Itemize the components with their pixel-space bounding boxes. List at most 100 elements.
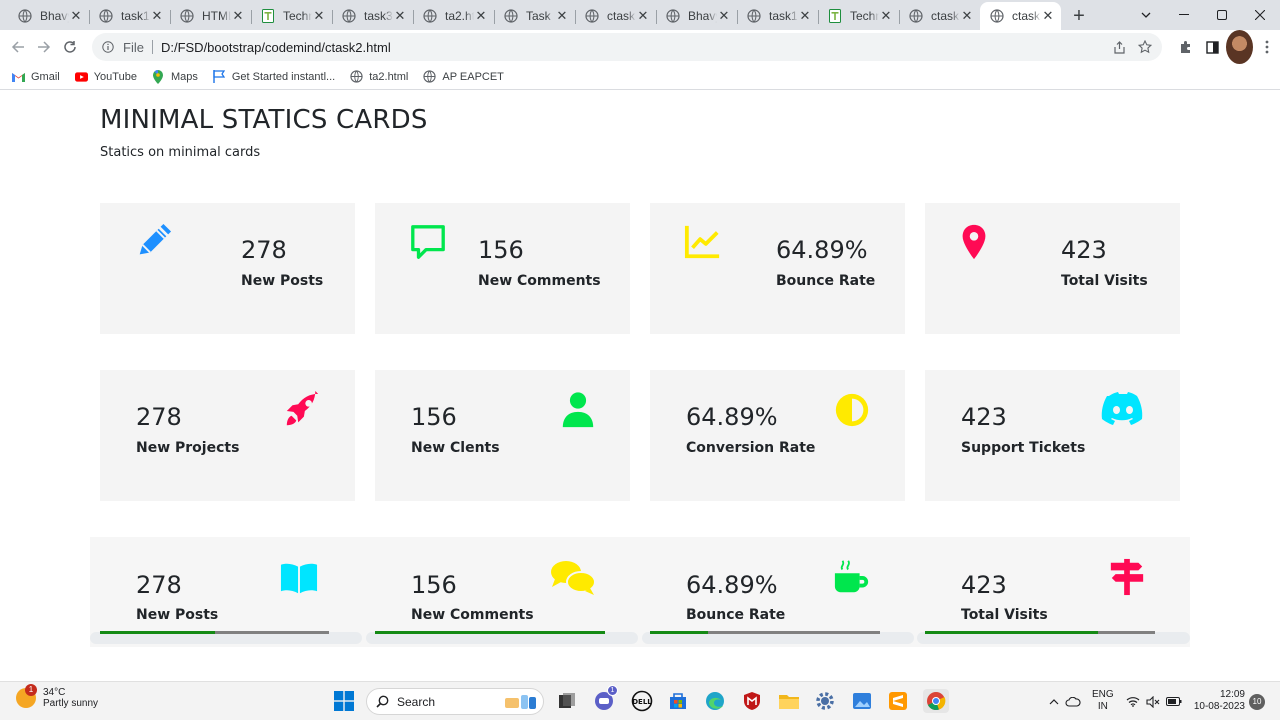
reload-button[interactable]: [57, 34, 83, 60]
system-tray: [1046, 682, 1084, 720]
address-bar[interactable]: File D:/FSD/bootstrap/codemind/ctask2.ht…: [92, 33, 1162, 61]
profile-button[interactable]: [1226, 30, 1253, 64]
onedrive-button[interactable]: [1062, 696, 1084, 707]
bookmark-item[interactable]: Maps: [152, 67, 198, 87]
info-icon[interactable]: [102, 41, 114, 53]
tab-close-icon[interactable]: ✕: [879, 9, 893, 23]
tab-title: ctask2.html: [1012, 9, 1041, 23]
dell-app[interactable]: DELL: [630, 689, 654, 713]
tab-search-button[interactable]: [1127, 0, 1165, 30]
tab-title: ctask1.html: [931, 9, 960, 23]
url-scheme-label: File: [123, 39, 144, 55]
arrow-right-icon: [38, 41, 51, 53]
windows-taskbar: 1 34°C Partly sunny Search 1 DELL ENG IN…: [0, 681, 1280, 720]
side-panel-button[interactable]: [1199, 30, 1226, 64]
bookmark-item[interactable]: Gmail: [12, 67, 60, 87]
stat-value: 423: [961, 403, 1007, 431]
tab-title: Bhavya: [40, 9, 69, 23]
chrome-app[interactable]: [923, 689, 949, 713]
weather-widget[interactable]: 1 34°C Partly sunny: [16, 684, 98, 709]
windows-logo-icon: [334, 691, 354, 711]
browser-tab[interactable]: Bhavya✕: [656, 2, 737, 30]
start-button[interactable]: [332, 689, 356, 713]
bookmark-star-button[interactable]: [1132, 34, 1158, 60]
notification-count-badge[interactable]: 10: [1249, 694, 1265, 710]
wifi-icon: [1126, 697, 1140, 707]
taskbar-search[interactable]: Search: [366, 688, 544, 715]
tab-close-icon[interactable]: ✕: [555, 9, 569, 23]
file-explorer-app[interactable]: [777, 689, 801, 713]
tab-close-icon[interactable]: ✕: [312, 9, 326, 23]
minimize-button[interactable]: [1165, 0, 1203, 30]
clock[interactable]: 12:09 10-08-2023: [1188, 689, 1245, 713]
new-tab-button[interactable]: +: [1065, 2, 1093, 30]
browser-tab[interactable]: Technical✕: [251, 2, 332, 30]
stat-label: New Comments: [411, 607, 534, 623]
browser-tab[interactable]: task1.html✕: [89, 2, 170, 30]
speaker-muted-icon: [1146, 695, 1160, 708]
sublime-app[interactable]: [886, 689, 910, 713]
forward-button[interactable]: [31, 34, 57, 60]
signpost-icon: [1108, 558, 1146, 596]
flag-icon: [213, 70, 226, 83]
tab-close-icon[interactable]: ✕: [636, 9, 650, 23]
browser-tab[interactable]: HTML✕: [170, 2, 251, 30]
tab-close-icon[interactable]: ✕: [717, 9, 731, 23]
kebab-menu-icon: [1265, 40, 1268, 54]
weather-sun-icon: 1: [16, 684, 37, 708]
settings-app[interactable]: [813, 689, 837, 713]
tab-close-icon[interactable]: ✕: [393, 9, 407, 23]
tab-title: ta2.html: [445, 9, 474, 23]
browser-tab[interactable]: ctask1.html✕: [899, 2, 980, 30]
bookmarks-bar: Gmail YouTube Maps Get Started instantl... t…: [0, 64, 1280, 90]
browser-tab[interactable]: ctask2.html✕: [980, 2, 1061, 30]
stat-label: New Comments: [478, 273, 601, 289]
browser-tab[interactable]: task1.html✕: [737, 2, 818, 30]
page-title: MINIMAL STATICS CARDS: [100, 105, 428, 135]
bookmark-item[interactable]: YouTube: [74, 67, 137, 87]
browser-tab[interactable]: ta2.html✕: [413, 2, 494, 30]
close-window-button[interactable]: [1241, 0, 1279, 30]
edge-app[interactable]: [703, 689, 727, 713]
maps-icon: [152, 69, 165, 84]
tab-close-icon[interactable]: ✕: [474, 9, 488, 23]
tab-close-icon[interactable]: ✕: [150, 9, 164, 23]
youtube-icon: [74, 70, 88, 83]
menu-button[interactable]: [1253, 30, 1280, 64]
share-button[interactable]: [1106, 34, 1132, 60]
stat-value: 278: [136, 571, 182, 599]
stat-card: 156 New Clents: [375, 370, 630, 501]
chat-bubbles-icon: [550, 559, 596, 597]
browser-tab[interactable]: ctask1.html✕: [575, 2, 656, 30]
stat-value: 156: [411, 403, 457, 431]
quick-settings[interactable]: [1126, 682, 1182, 720]
bookmark-item[interactable]: Get Started instantl...: [213, 67, 335, 87]
mcafee-app[interactable]: [740, 689, 764, 713]
store-app[interactable]: [666, 689, 690, 713]
chat-app[interactable]: 1: [592, 685, 618, 713]
photos-app[interactable]: [850, 689, 874, 713]
rocket-icon: [283, 391, 321, 429]
stat-card: 278 New Posts: [100, 203, 355, 334]
browser-tab[interactable]: Bhavya✕: [8, 2, 89, 30]
tab-close-icon[interactable]: ✕: [1041, 9, 1055, 23]
input-language[interactable]: ENG IN: [1092, 689, 1114, 713]
tab-close-icon[interactable]: ✕: [960, 9, 974, 23]
show-hidden-icons-button[interactable]: [1046, 698, 1062, 705]
bookmark-item[interactable]: ta2.html: [350, 67, 408, 87]
tab-close-icon[interactable]: ✕: [69, 9, 83, 23]
tab-close-icon[interactable]: ✕: [798, 9, 812, 23]
bookmark-item[interactable]: AP EAPCET: [423, 67, 504, 87]
url-text[interactable]: D:/FSD/bootstrap/codemind/ctask2.html: [161, 40, 391, 55]
browser-tab[interactable]: Technical✕: [818, 2, 899, 30]
tab-close-icon[interactable]: ✕: [231, 9, 245, 23]
task-view-icon: [559, 693, 575, 708]
maximize-button[interactable]: [1203, 0, 1241, 30]
extensions-button[interactable]: [1172, 30, 1199, 64]
back-button[interactable]: [5, 34, 31, 60]
stat-card: 278 New Projects: [100, 370, 355, 501]
bookmark-label: AP EAPCET: [442, 70, 504, 83]
task-view-button[interactable]: [555, 689, 579, 713]
browser-tab[interactable]: Task 5✕: [494, 2, 575, 30]
browser-tab[interactable]: task3.html✕: [332, 2, 413, 30]
